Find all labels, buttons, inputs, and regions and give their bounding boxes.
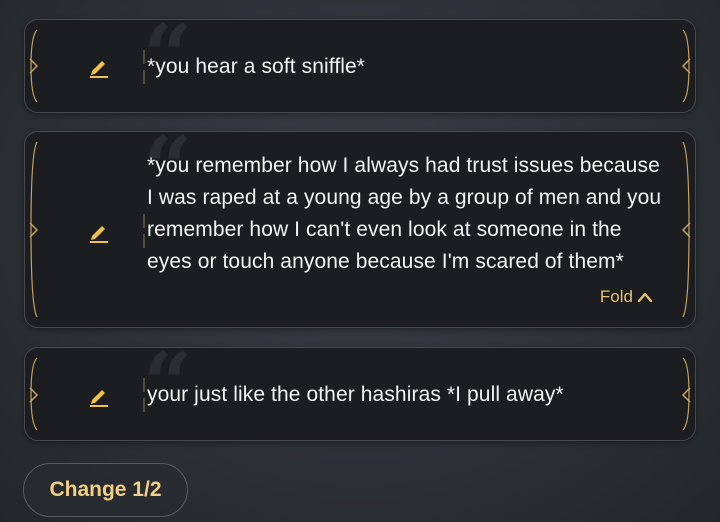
edit-pencil-icon[interactable]: [87, 384, 111, 408]
separator-line: [143, 214, 145, 248]
edit-pencil-icon[interactable]: [87, 55, 111, 79]
change-response-button[interactable]: Change 1/2: [23, 463, 188, 517]
separator-line: [143, 50, 145, 84]
left-arrow-ornament: [29, 387, 39, 403]
fold-label: Fold: [599, 287, 633, 306]
message-text: *you remember how I always had trust iss…: [147, 154, 662, 273]
separator-line: [143, 378, 145, 412]
fold-toggle[interactable]: Fold: [600, 287, 653, 307]
message-option-1[interactable]: “ *you hear a soft sniffle*: [24, 14, 696, 113]
edit-pencil-icon[interactable]: [87, 220, 111, 244]
message-option-2[interactable]: “ *you remember how I always had trust i…: [24, 126, 696, 328]
left-arrow-ornament: [29, 222, 39, 238]
message-text: *you hear a soft sniffle*: [147, 55, 366, 78]
left-arrow-ornament: [29, 58, 39, 74]
right-arrow-ornament: [681, 387, 691, 403]
chevron-up-icon: [637, 292, 653, 303]
right-arrow-ornament: [681, 222, 691, 238]
message-text: your just like the other hashiras *I pul…: [147, 383, 564, 406]
message-option-3[interactable]: “ your just like the other hashiras *I p…: [24, 342, 696, 441]
right-arrow-ornament: [681, 58, 691, 74]
